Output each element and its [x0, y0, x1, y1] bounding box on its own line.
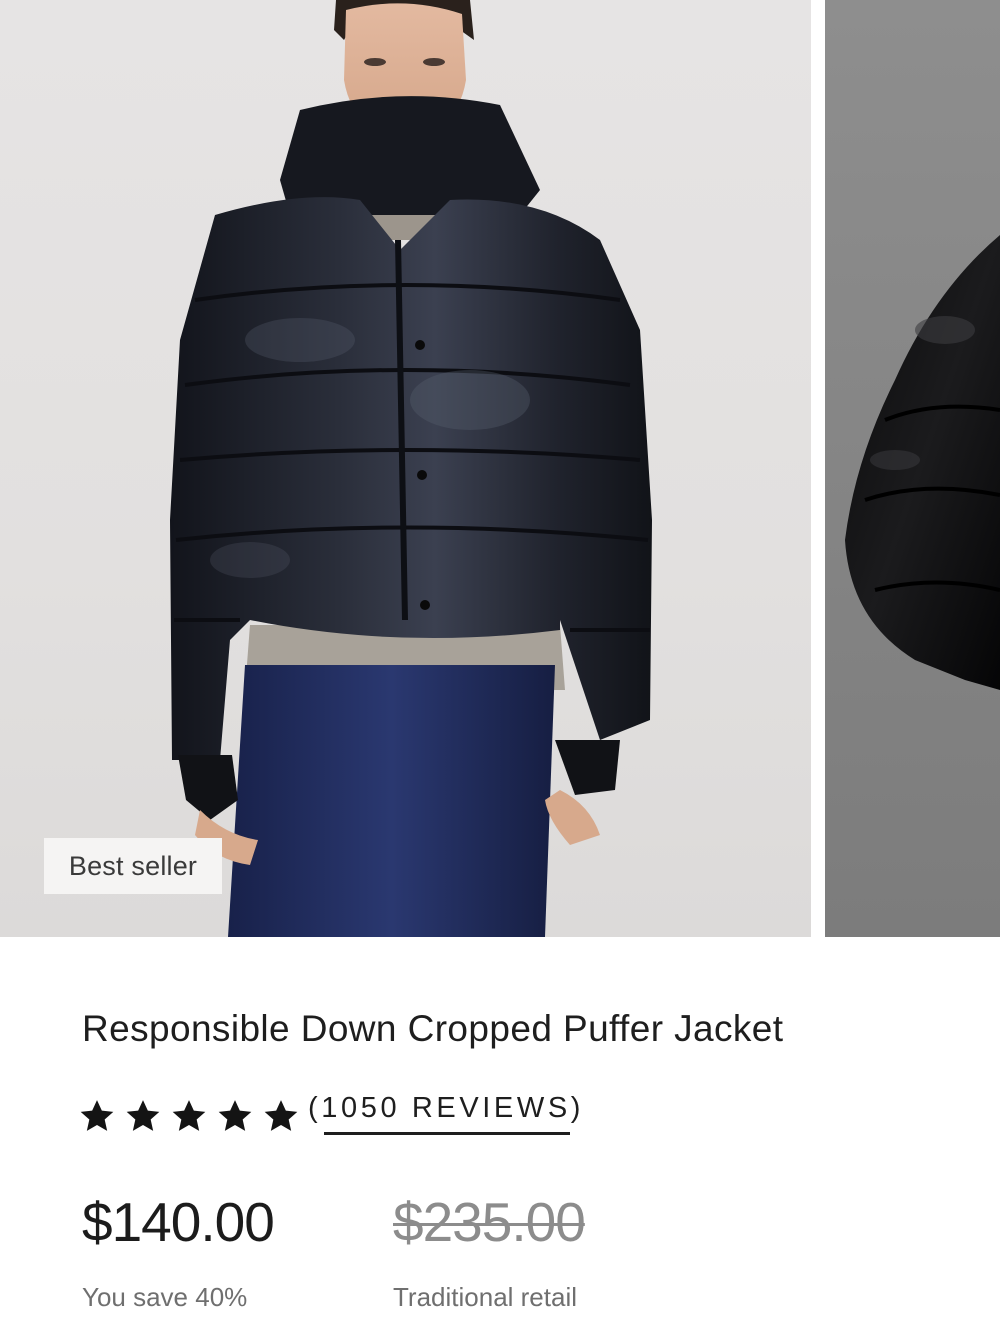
star-icon — [218, 1100, 252, 1131]
model-photo — [170, 0, 652, 937]
product-card[interactable]: Best seller Responsible Down Cropped Puf… — [0, 0, 1000, 1333]
jacket-detail-photo — [845, 235, 1000, 690]
star-icon — [172, 1100, 206, 1131]
star-rating — [76, 1096, 302, 1136]
star-icon — [264, 1100, 298, 1131]
product-image-next[interactable] — [825, 0, 1000, 937]
best-seller-badge: Best seller — [44, 838, 222, 894]
retail-label: Traditional retail — [393, 1282, 578, 1312]
savings-text: You save 40% — [82, 1282, 248, 1312]
reviews-link-label: (1050 REVIEWS) — [308, 1092, 585, 1124]
sale-price: $140.00 — [82, 1191, 275, 1253]
star-icon — [126, 1100, 160, 1131]
image-carousel[interactable]: Best seller — [0, 0, 1000, 937]
retail-price: $235.00 — [393, 1191, 586, 1253]
product-title[interactable]: Responsible Down Cropped Puffer Jacket — [82, 1008, 783, 1050]
star-icon — [80, 1100, 114, 1131]
product-image-main[interactable]: Best seller — [0, 0, 811, 937]
sale-price-block: $140.00 You save 40% — [82, 1191, 275, 1313]
retail-price-block: $235.00 Traditional retail — [393, 1191, 586, 1313]
rating-row: (1050 REVIEWS) — [76, 1092, 584, 1140]
reviews-link[interactable]: (1050 REVIEWS) — [308, 1092, 584, 1135]
reviews-link-underline — [324, 1132, 571, 1135]
